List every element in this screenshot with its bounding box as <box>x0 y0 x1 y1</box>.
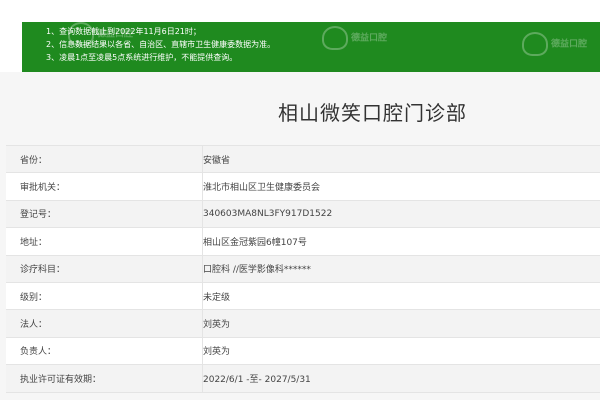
table-row: 审批机关： 淮北市相山区卫生健康委员会 <box>6 173 600 201</box>
row-label: 法人： <box>20 320 48 331</box>
row-label: 负责人： <box>20 347 57 358</box>
row-value: 340603MA8NL3FY917D1522 <box>202 200 600 228</box>
row-value: 淮北市相山区卫生健康委员会 <box>202 173 600 200</box>
notice-line-3: 3、凌晨1点至凌晨5点系统进行维护，不能提供查询。 <box>46 53 238 62</box>
row-label: 审批机关： <box>20 183 66 194</box>
row-label: 登记号： <box>20 210 57 221</box>
row-label: 执业许可证有效期： <box>20 374 102 385</box>
table-row: 执业许可证有效期： 2022/6/1 -至- 2027/5/31 <box>6 365 600 393</box>
row-label: 地址： <box>20 237 48 248</box>
table-row: 省份： 安徽省 <box>6 146 600 174</box>
notice-banner: 1、查询数据截止到2022年11月6日21时； 2、信息数据结果以各省、自治区、… <box>22 22 600 72</box>
table-row: 负责人： 刘英为 <box>6 337 600 366</box>
row-value: 相山区金冠紫园6幢107号 <box>202 228 600 255</box>
watermark-logo: 德益口腔 <box>68 22 133 46</box>
watermark-logo: 德益口腔 <box>322 26 387 50</box>
row-value: 未定级 <box>202 282 600 310</box>
row-value: 安徽省 <box>202 146 600 173</box>
info-table: 省份： 安徽省 审批机关： 淮北市相山区卫生健康委员会 登记号： 340603M… <box>6 145 600 393</box>
row-value: 2022/6/1 -至- 2027/5/31 <box>202 365 600 392</box>
page-title: 相山微笑口腔门诊部 <box>278 101 467 125</box>
row-label: 诊疗科目： <box>20 265 66 276</box>
row-value: 口腔科 //医学影像科****** <box>202 255 600 282</box>
table-row: 地址： 相山区金冠紫园6幢107号 <box>6 228 600 256</box>
table-row: 登记号： 340603MA8NL3FY917D1522 <box>6 200 600 229</box>
table-row: 诊疗科目： 口腔科 //医学影像科****** <box>6 255 600 283</box>
row-value: 刘英为 <box>202 337 600 365</box>
watermark-logo: 德益口腔 <box>522 32 587 56</box>
row-value: 刘英为 <box>202 310 600 337</box>
row-label: 省份： <box>20 155 48 166</box>
row-label: 级别： <box>20 292 48 303</box>
table-row: 法人： 刘英为 <box>6 310 600 338</box>
table-row: 级别： 未定级 <box>6 282 600 311</box>
